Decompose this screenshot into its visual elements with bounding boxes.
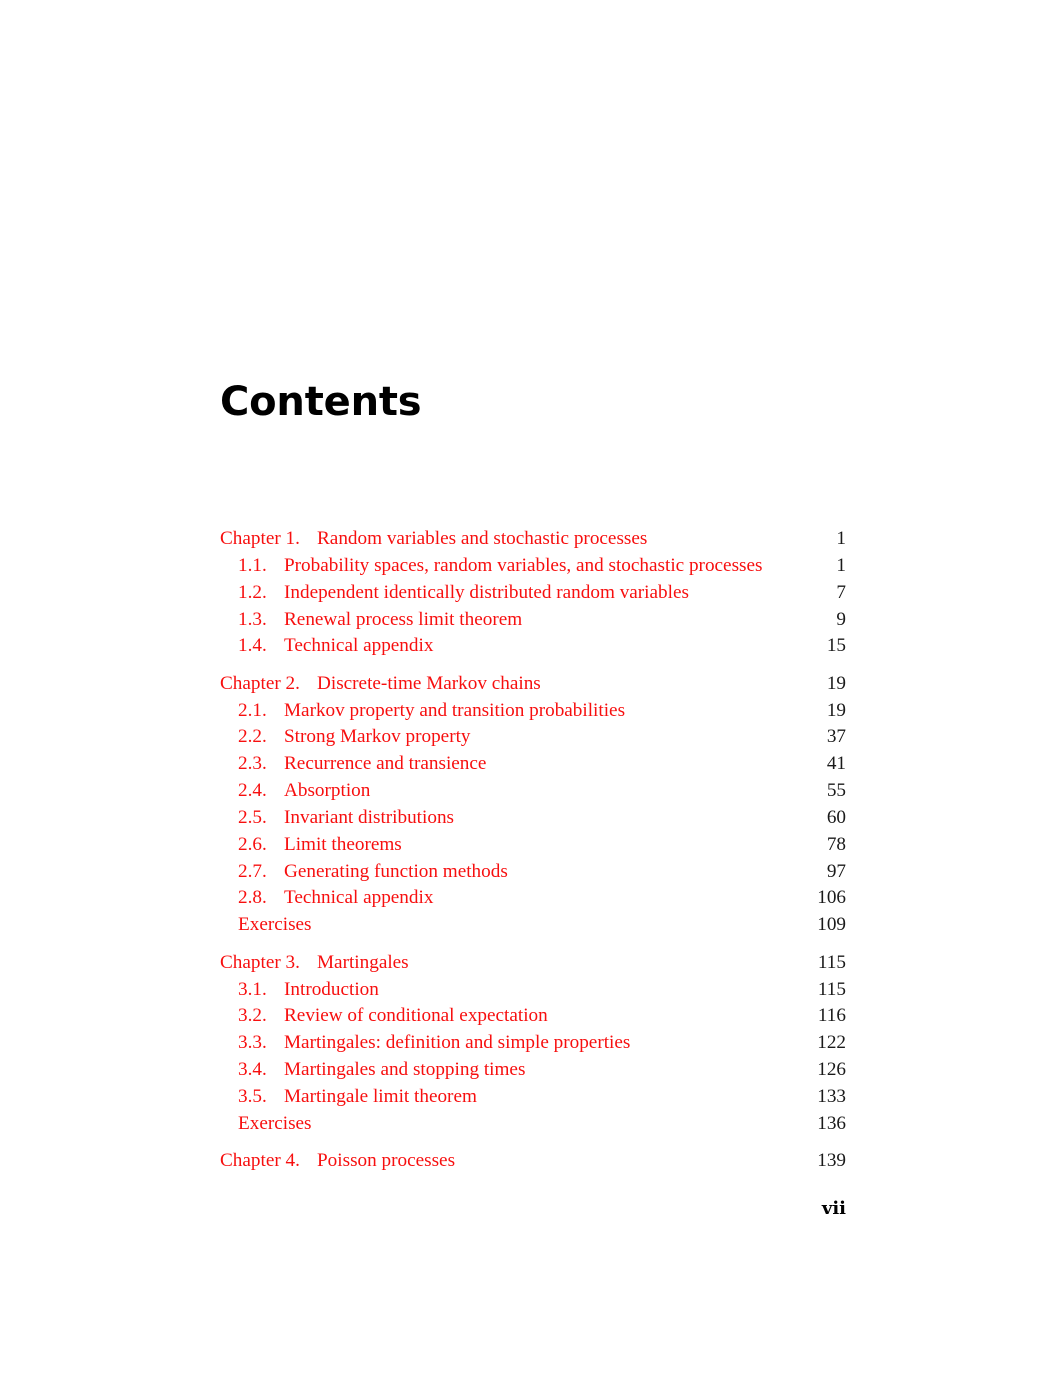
toc-entry-label: Probability spaces, random variables, an…: [284, 554, 763, 576]
toc-section-row[interactable]: 2.1. Markov property and transition proba…: [220, 700, 846, 727]
toc-entry-page-number: 126: [817, 1059, 846, 1081]
toc-entry-row[interactable]: Exercises 109: [220, 914, 846, 941]
toc-entry-label: Markov property and transition probabili…: [284, 699, 626, 721]
toc-entry-page-number: 37: [826, 726, 846, 748]
toc-entry-label: Generating function methods: [284, 860, 508, 882]
toc-section-row[interactable]: 1.3. Renewal process limit theorem 9: [220, 609, 846, 636]
toc-entry-label: Renewal process limit theorem: [284, 608, 523, 630]
toc-entry-number: 2.4.: [238, 780, 267, 802]
toc-entry-page-number: 15: [826, 635, 846, 657]
toc-section-row[interactable]: 1.4. Technical appendix 15: [220, 635, 846, 662]
toc-entry-number: 2.2.: [238, 726, 267, 748]
toc-entry-number: 3.3.: [238, 1032, 267, 1054]
toc-entry-page-number: 116: [817, 1005, 846, 1027]
toc-entry-page-number: 60: [826, 806, 846, 828]
toc-entry-page-number: 55: [826, 780, 846, 802]
toc-entry-label: Exercises: [238, 1112, 312, 1134]
toc-entry-label: Invariant distributions: [284, 806, 454, 828]
toc-entry-label: Introduction: [284, 978, 379, 1000]
table-of-contents: Chapter 1. Random variables and stochasti…: [220, 528, 846, 1177]
toc-entry-number: Chapter 3.: [220, 951, 300, 973]
document-page: Contents Chapter 1. Random variables and …: [0, 0, 1062, 1376]
toc-entry-label: Random variables and stochastic processe…: [317, 528, 648, 549]
toc-section-row[interactable]: 1.2. Independent identically distributed …: [220, 582, 846, 609]
toc-entry-page-number: 7: [836, 581, 846, 603]
toc-entry-number: 1.3.: [238, 608, 267, 630]
toc-entry-label: Exercises: [238, 914, 312, 936]
toc-chapter-row[interactable]: Chapter 2. Discrete-time Markov chains 19: [220, 673, 846, 700]
toc-section-row[interactable]: 2.4. Absorption 55: [220, 780, 846, 807]
toc-section-row[interactable]: 3.5. Martingale limit theorem 133: [220, 1086, 846, 1113]
toc-entry-page-number: 1: [836, 528, 846, 549]
toc-entry-row[interactable]: Exercises 136: [220, 1113, 846, 1140]
toc-entry-number: 2.8.: [238, 887, 267, 909]
toc-entry-number: 2.5.: [238, 806, 267, 828]
toc-entry-label: Martingales: definition and simple prope…: [284, 1032, 631, 1054]
toc-entry-page-number: 41: [826, 753, 846, 775]
toc-section-row[interactable]: 2.5. Invariant distributions 60: [220, 807, 846, 834]
toc-entry-number: Chapter 4.: [220, 1150, 300, 1172]
toc-section-row[interactable]: 3.2. Review of conditional expectation 116: [220, 1005, 846, 1032]
toc-entry-number: 3.1.: [238, 978, 267, 1000]
toc-chapter-row[interactable]: Chapter 1. Random variables and stochasti…: [220, 528, 846, 555]
toc-entry-number: 2.1.: [238, 699, 267, 721]
toc-entry-number: 2.7.: [238, 860, 267, 882]
toc-entry-label: Independent identically distributed rand…: [284, 581, 689, 603]
toc-section-row[interactable]: 2.6. Limit theorems 78: [220, 834, 846, 861]
page-title: Contents: [220, 378, 422, 425]
toc-entry-page-number: 19: [826, 672, 846, 694]
toc-chapter-row[interactable]: Chapter 4. Poisson processes 139: [220, 1150, 846, 1177]
toc-entry-page-number: 115: [817, 978, 846, 1000]
toc-entry-number: 1.4.: [238, 635, 267, 657]
toc-section-row[interactable]: 2.2. Strong Markov property 37: [220, 726, 846, 753]
toc-entry-page-number: 1: [836, 554, 846, 576]
toc-entry-number: 3.5.: [238, 1085, 267, 1107]
toc-entry-label: Review of conditional expectation: [284, 1005, 548, 1027]
toc-entry-page-number: 133: [817, 1085, 846, 1107]
toc-section-row[interactable]: 1.1. Probability spaces, random variables…: [220, 555, 846, 582]
toc-entry-label: Technical appendix: [284, 887, 434, 909]
toc-entry-label: Recurrence and transience: [284, 753, 487, 775]
page-folio: vii: [821, 1198, 846, 1219]
toc-section-row[interactable]: 3.3. Martingales: definition and simple p…: [220, 1032, 846, 1059]
toc-entry-page-number: 139: [817, 1150, 846, 1172]
toc-section-row[interactable]: 3.1. Introduction 115: [220, 979, 846, 1006]
toc-entry-number: 1.2.: [238, 581, 267, 603]
toc-entry-label: Discrete-time Markov chains: [317, 672, 541, 694]
toc-entry-label: Martingale limit theorem: [284, 1085, 477, 1107]
toc-entry-page-number: 115: [817, 951, 846, 973]
toc-entry-label: Strong Markov property: [284, 726, 471, 748]
toc-entry-number: 2.3.: [238, 753, 267, 775]
toc-entry-page-number: 109: [817, 914, 846, 936]
toc-entry-page-number: 19: [826, 699, 846, 721]
toc-chapter-row[interactable]: Chapter 3. Martingales 115: [220, 952, 846, 979]
toc-section-row[interactable]: 2.7. Generating function methods 97: [220, 861, 846, 888]
toc-entry-number: 2.6.: [238, 833, 267, 855]
toc-section-row[interactable]: 2.3. Recurrence and transience 41: [220, 753, 846, 780]
toc-entry-number: 3.2.: [238, 1005, 267, 1027]
toc-entry-number: Chapter 2.: [220, 672, 300, 694]
toc-section-row[interactable]: 2.8. Technical appendix 106: [220, 887, 846, 914]
toc-entry-number: Chapter 1.: [220, 528, 300, 549]
toc-entry-label: Limit theorems: [284, 833, 402, 855]
toc-entry-label: Martingales: [317, 951, 409, 973]
toc-entry-page-number: 78: [826, 833, 846, 855]
toc-entry-page-number: 97: [826, 860, 846, 882]
toc-section-row[interactable]: 3.4. Martingales and stopping times 126: [220, 1059, 846, 1086]
toc-entry-page-number: 122: [817, 1032, 846, 1054]
toc-entry-number: 3.4.: [238, 1059, 267, 1081]
toc-entry-page-number: 106: [817, 887, 846, 909]
toc-entry-label: Technical appendix: [284, 635, 434, 657]
toc-entry-label: Martingales and stopping times: [284, 1059, 526, 1081]
toc-entry-page-number: 136: [817, 1112, 846, 1134]
toc-entry-label: Absorption: [284, 780, 371, 802]
toc-entry-number: 1.1.: [238, 554, 267, 576]
toc-entry-page-number: 9: [836, 608, 846, 630]
toc-entry-label: Poisson processes: [317, 1150, 456, 1172]
